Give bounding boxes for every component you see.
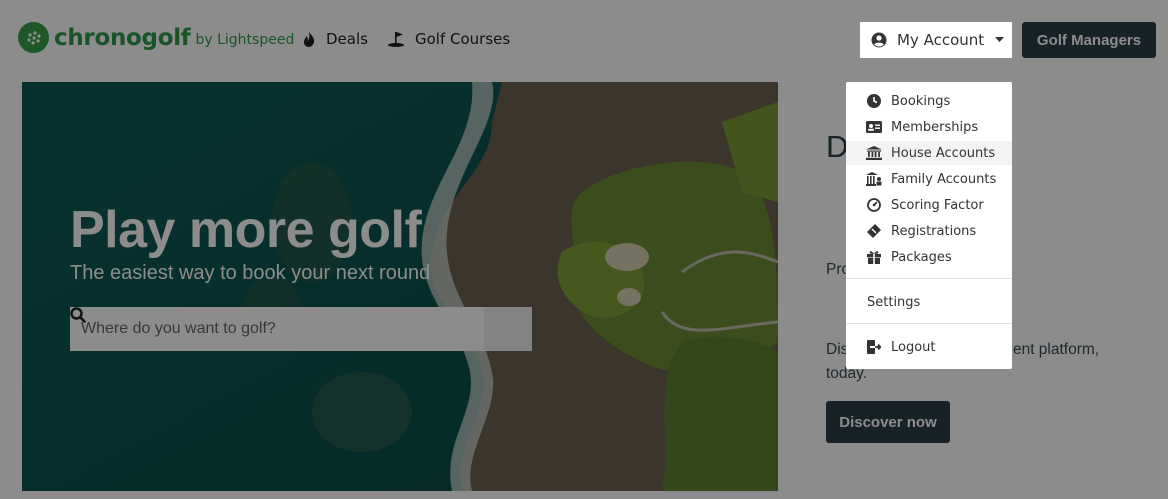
menu-divider: [846, 278, 1012, 279]
menu-item-label: Family Accounts: [891, 171, 997, 187]
gift-icon: [866, 249, 882, 265]
menu-divider: [846, 323, 1012, 324]
menu-item-house-accounts[interactable]: House Accounts: [846, 141, 1012, 165]
menu-item-bookings[interactable]: Bookings: [846, 89, 1012, 113]
clock-icon: [866, 93, 882, 109]
user-circle-icon: [871, 32, 887, 48]
family-bank-icon: [866, 171, 882, 187]
menu-item-logout[interactable]: Logout: [846, 335, 1012, 359]
account-dropdown-menu: Bookings Memberships House Accounts Fami…: [846, 82, 1012, 369]
menu-item-packages[interactable]: Packages: [846, 245, 1012, 269]
caret-down-icon: [995, 37, 1005, 42]
menu-item-label: Logout: [891, 339, 936, 355]
menu-item-label: Bookings: [891, 93, 951, 109]
menu-item-scoring-factor[interactable]: Scoring Factor: [846, 193, 1012, 217]
logout-icon: [866, 339, 882, 355]
menu-item-registrations[interactable]: Registrations: [846, 219, 1012, 243]
my-account-button[interactable]: My Account: [860, 22, 1012, 58]
menu-item-family-accounts[interactable]: Family Accounts: [846, 167, 1012, 191]
menu-item-label: Scoring Factor: [891, 197, 984, 213]
my-account-label: My Account: [897, 31, 985, 49]
menu-item-label: Packages: [891, 249, 952, 265]
menu-item-memberships[interactable]: Memberships: [846, 115, 1012, 139]
id-card-icon: [866, 119, 882, 135]
menu-item-label: Memberships: [891, 119, 979, 135]
bank-icon: [866, 145, 882, 161]
ticket-icon: [866, 223, 882, 239]
gauge-icon: [866, 197, 882, 213]
menu-item-settings[interactable]: Settings: [846, 290, 1012, 314]
menu-item-label: Registrations: [891, 223, 977, 239]
menu-item-label: House Accounts: [891, 145, 996, 161]
